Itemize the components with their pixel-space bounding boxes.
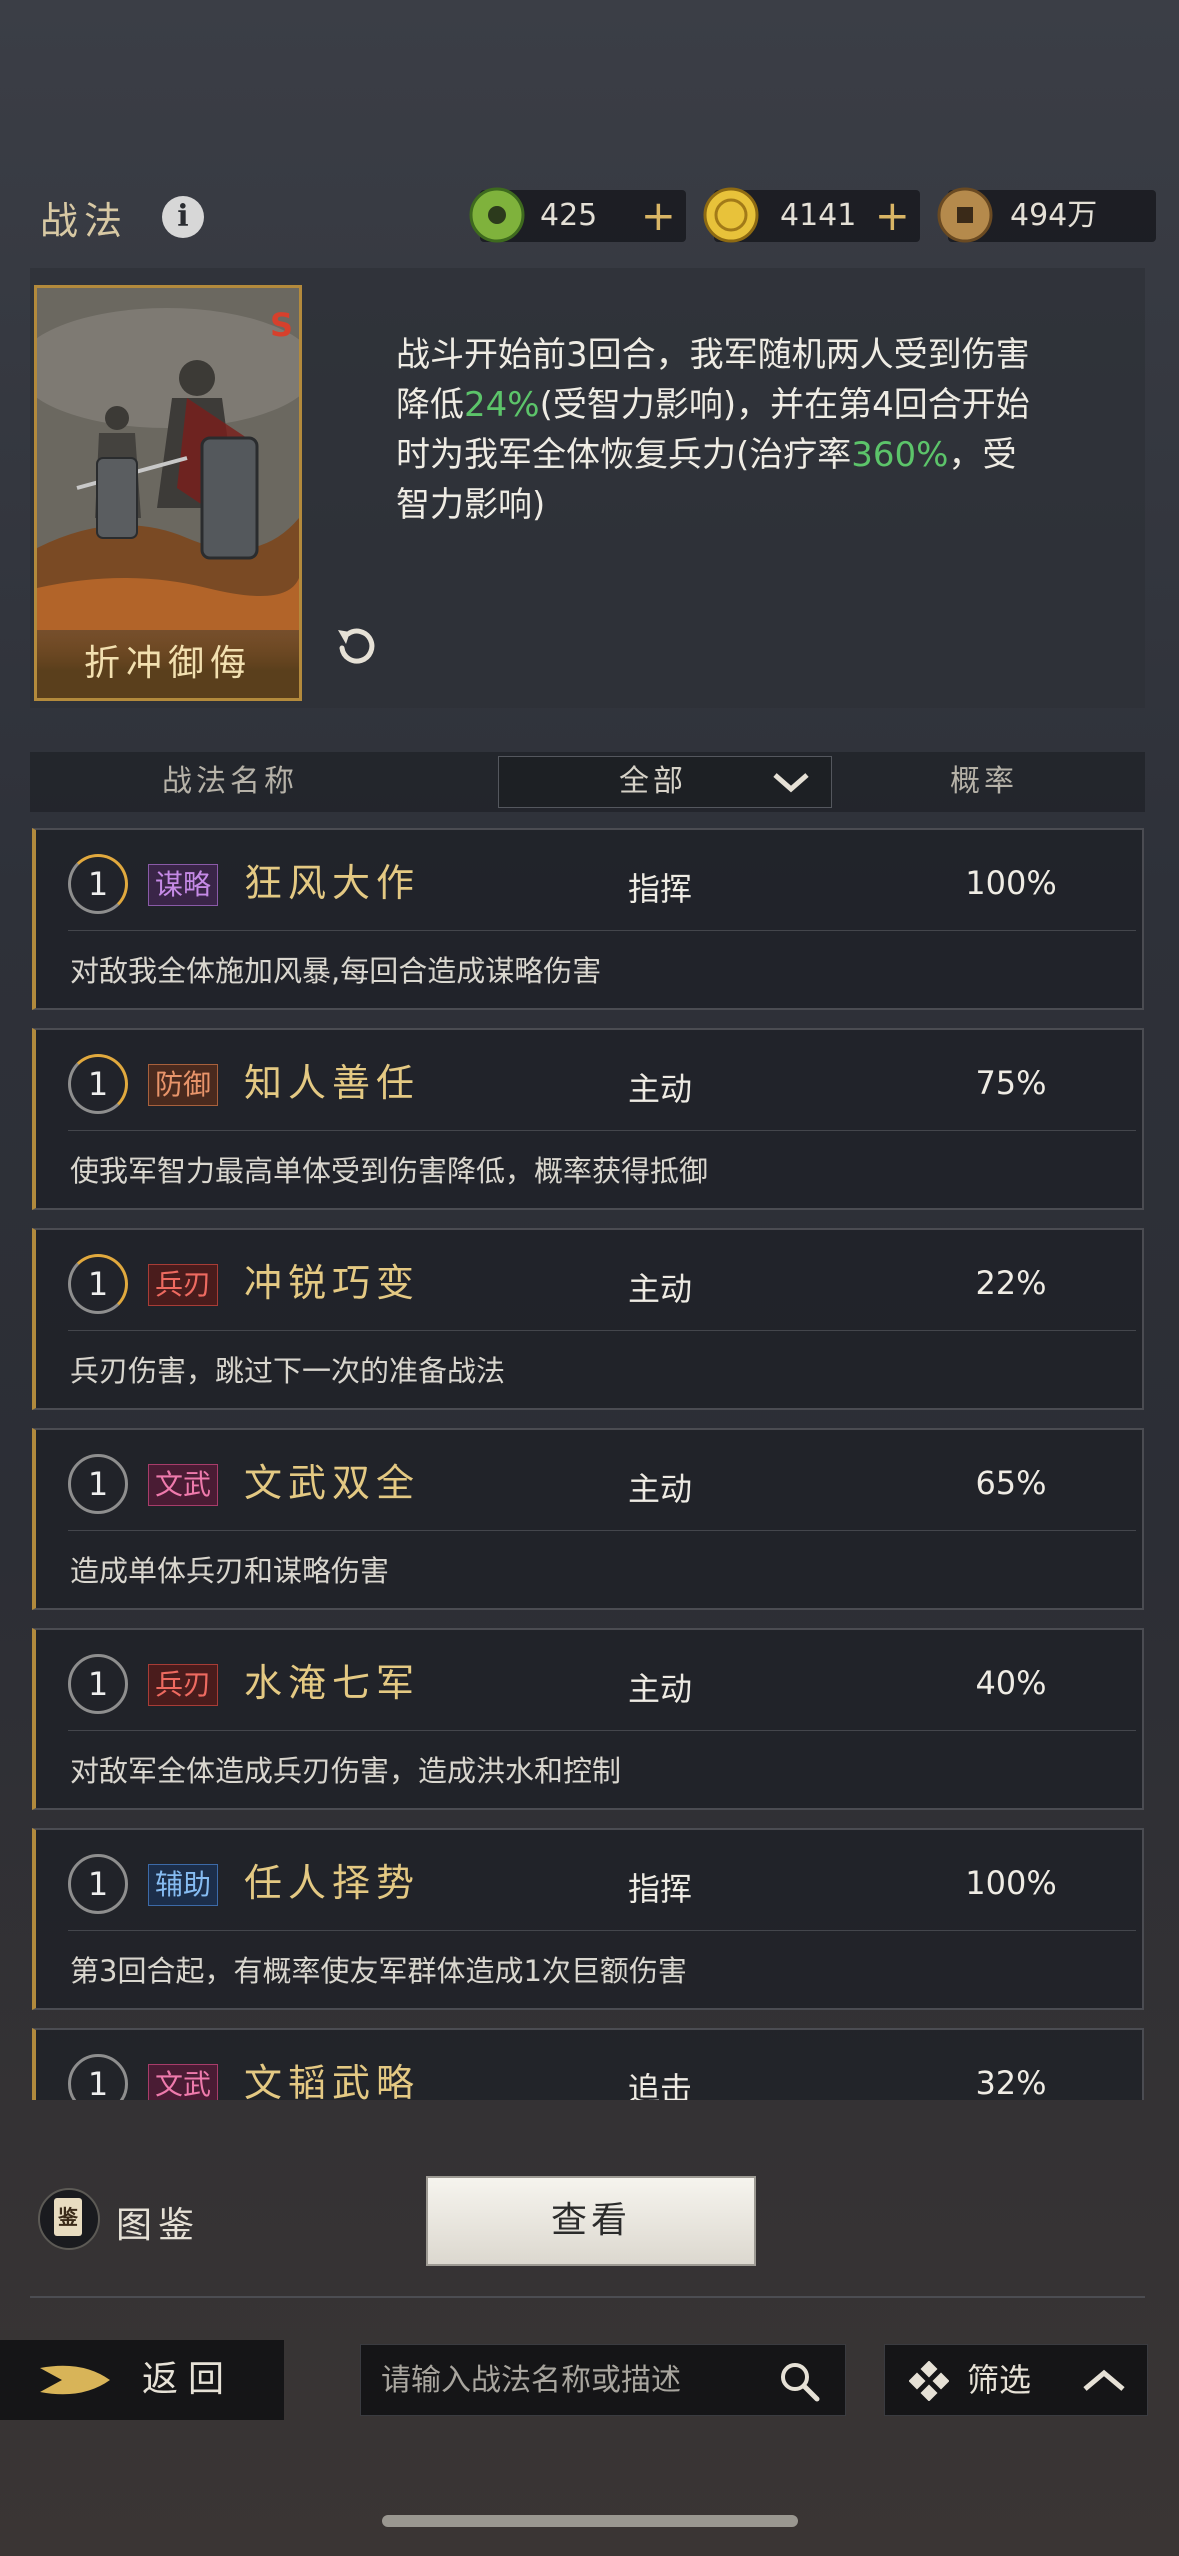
tactic-description: 战斗开始前3回合，我军随机两人受到伤害降低24%(受智力影响)，并在第4回合开始… xyxy=(396,335,1030,525)
divider xyxy=(30,2296,1145,2298)
tactic-summary: 对敌我全体施加风暴,每回合造成谋略伤害 xyxy=(70,954,602,988)
refresh-icon[interactable] xyxy=(328,618,384,674)
card-artwork xyxy=(37,288,299,630)
divider xyxy=(68,1530,1136,1531)
level-badge: 1 xyxy=(68,854,128,914)
divider xyxy=(68,1130,1136,1131)
resource-value: 425 xyxy=(540,198,598,233)
tactic-tag: 文武 xyxy=(148,1464,219,1506)
tactic-rate: 22% xyxy=(975,1264,1047,1302)
resource-copper: 494万 xyxy=(937,187,1156,243)
resource-jade: 425 + xyxy=(469,187,686,243)
tactic-rate: 32% xyxy=(975,2064,1047,2100)
rank-badge: S xyxy=(269,306,293,344)
tactic-card-name: 折冲御侮 xyxy=(37,630,299,698)
home-indicator[interactable] xyxy=(382,2515,798,2527)
category-dropdown[interactable]: 全部 xyxy=(498,756,832,808)
filter-button[interactable]: 筛选 xyxy=(884,2344,1148,2416)
divider xyxy=(68,1730,1136,1731)
filter-label: 筛选 xyxy=(967,2361,1032,2399)
divider xyxy=(68,1930,1136,1931)
search-icon[interactable] xyxy=(777,2359,821,2403)
filter-diamond-icon xyxy=(909,2361,949,2401)
codex-icon[interactable]: 鉴 xyxy=(38,2188,100,2250)
copper-coin-icon xyxy=(937,187,993,243)
divider xyxy=(68,930,1136,931)
info-icon[interactable]: i xyxy=(162,196,204,238)
level-badge: 1 xyxy=(68,1254,128,1314)
level-badge: 1 xyxy=(68,1654,128,1714)
tactic-tag: 兵刃 xyxy=(148,1264,219,1306)
search-box[interactable] xyxy=(360,2344,846,2417)
resource-gold: 4141 + xyxy=(703,187,920,243)
tactic-type: 主动 xyxy=(628,1070,693,1108)
tactic-name: 文武双全 xyxy=(244,1461,421,1505)
tactic-summary: 造成单体兵刃和谋略伤害 xyxy=(70,1554,390,1588)
tactic-rate: 100% xyxy=(965,1864,1057,1902)
tactic-rate: 65% xyxy=(975,1464,1047,1502)
tactic-row[interactable]: 1 文武 文武双全 主动 65% 造成单体兵刃和谋略伤害 xyxy=(32,1428,1144,1610)
add-gold-button[interactable]: + xyxy=(875,190,910,242)
tactic-row[interactable]: 1 文武 文韬武略 追击 32% xyxy=(32,2028,1144,2100)
tactic-row[interactable]: 1 兵刃 冲锐巧变 主动 22% 兵刃伤害，跳过下一次的准备战法 xyxy=(32,1228,1144,1410)
level-badge: 1 xyxy=(68,1454,128,1514)
add-jade-button[interactable]: + xyxy=(641,190,676,242)
tactic-name: 文韬武略 xyxy=(244,2061,421,2100)
tactic-summary: 使我军智力最高单体受到伤害降低，概率获得抵御 xyxy=(70,1154,709,1188)
tactic-type: 主动 xyxy=(628,1270,693,1308)
resource-value: 494万 xyxy=(1010,198,1098,233)
tactic-type: 指挥 xyxy=(628,1870,693,1908)
tactic-row[interactable]: 1 兵刃 水淹七军 主动 40% 对敌军全体造成兵刃伤害，造成洪水和控制 xyxy=(32,1628,1144,1810)
resource-value: 4141 xyxy=(780,198,857,233)
tactic-summary: 兵刃伤害，跳过下一次的准备战法 xyxy=(70,1354,506,1388)
level-badge: 1 xyxy=(68,1054,128,1114)
tactic-tag: 文武 xyxy=(148,2064,219,2100)
tactic-tag: 防御 xyxy=(148,1064,219,1106)
gold-coin-icon xyxy=(703,187,759,243)
view-button[interactable]: 查看 xyxy=(426,2176,756,2266)
search-input[interactable] xyxy=(379,2345,773,2417)
tactic-name: 知人善任 xyxy=(244,1061,421,1105)
tactic-tag: 谋略 xyxy=(148,864,219,906)
dropdown-value: 全部 xyxy=(619,764,687,799)
tactic-type: 主动 xyxy=(628,1670,693,1708)
level-badge: 1 xyxy=(68,1854,128,1914)
column-header-rate: 概率 xyxy=(950,764,1018,799)
column-header-name: 战法名称 xyxy=(162,764,298,799)
chevron-down-icon xyxy=(773,773,809,793)
jade-coin-icon xyxy=(469,187,525,243)
tactic-row[interactable]: 1 辅助 任人择势 指挥 100% 第3回合起，有概率使友军群体造成1次巨额伤害 xyxy=(32,1828,1144,2010)
tactic-row[interactable]: 1 谋略 狂风大作 指挥 100% 对敌我全体施加风暴,每回合造成谋略伤害 xyxy=(32,828,1144,1010)
tactic-rate: 100% xyxy=(965,864,1057,902)
divider xyxy=(68,1330,1136,1331)
tactic-tag: 兵刃 xyxy=(148,1664,219,1706)
tactic-type: 主动 xyxy=(628,1470,693,1508)
codex-label[interactable]: 图鉴 xyxy=(116,2196,200,2248)
back-button[interactable]: 返回 xyxy=(0,2340,284,2420)
tactic-type: 追击 xyxy=(628,2070,693,2100)
tactic-type: 指挥 xyxy=(628,870,693,908)
tactic-summary: 第3回合起，有概率使友军群体造成1次巨额伤害 xyxy=(70,1954,687,1988)
tactic-tag: 辅助 xyxy=(148,1864,219,1906)
tactic-name: 狂风大作 xyxy=(244,861,421,905)
tactic-row[interactable]: 1 防御 知人善任 主动 75% 使我军智力最高单体受到伤害降低，概率获得抵御 xyxy=(32,1028,1144,1210)
tactic-name: 任人择势 xyxy=(244,1861,421,1905)
level-badge: 1 xyxy=(68,2054,128,2100)
tactic-name: 冲锐巧变 xyxy=(244,1261,421,1305)
tactic-rate: 40% xyxy=(975,1664,1047,1702)
chevron-up-icon[interactable] xyxy=(1081,2367,1127,2395)
tactics-list[interactable]: 1 谋略 狂风大作 指挥 100% 对敌我全体施加风暴,每回合造成谋略伤害 1 … xyxy=(32,828,1144,2100)
tactic-summary: 对敌军全体造成兵刃伤害，造成洪水和控制 xyxy=(70,1754,622,1788)
tactic-card[interactable]: S 折冲御侮 xyxy=(34,285,302,701)
back-arrow-icon xyxy=(40,2365,110,2395)
tactic-name: 水淹七军 xyxy=(244,1661,421,1705)
page-title: 战法 xyxy=(40,199,129,243)
tactic-rate: 75% xyxy=(975,1064,1047,1102)
